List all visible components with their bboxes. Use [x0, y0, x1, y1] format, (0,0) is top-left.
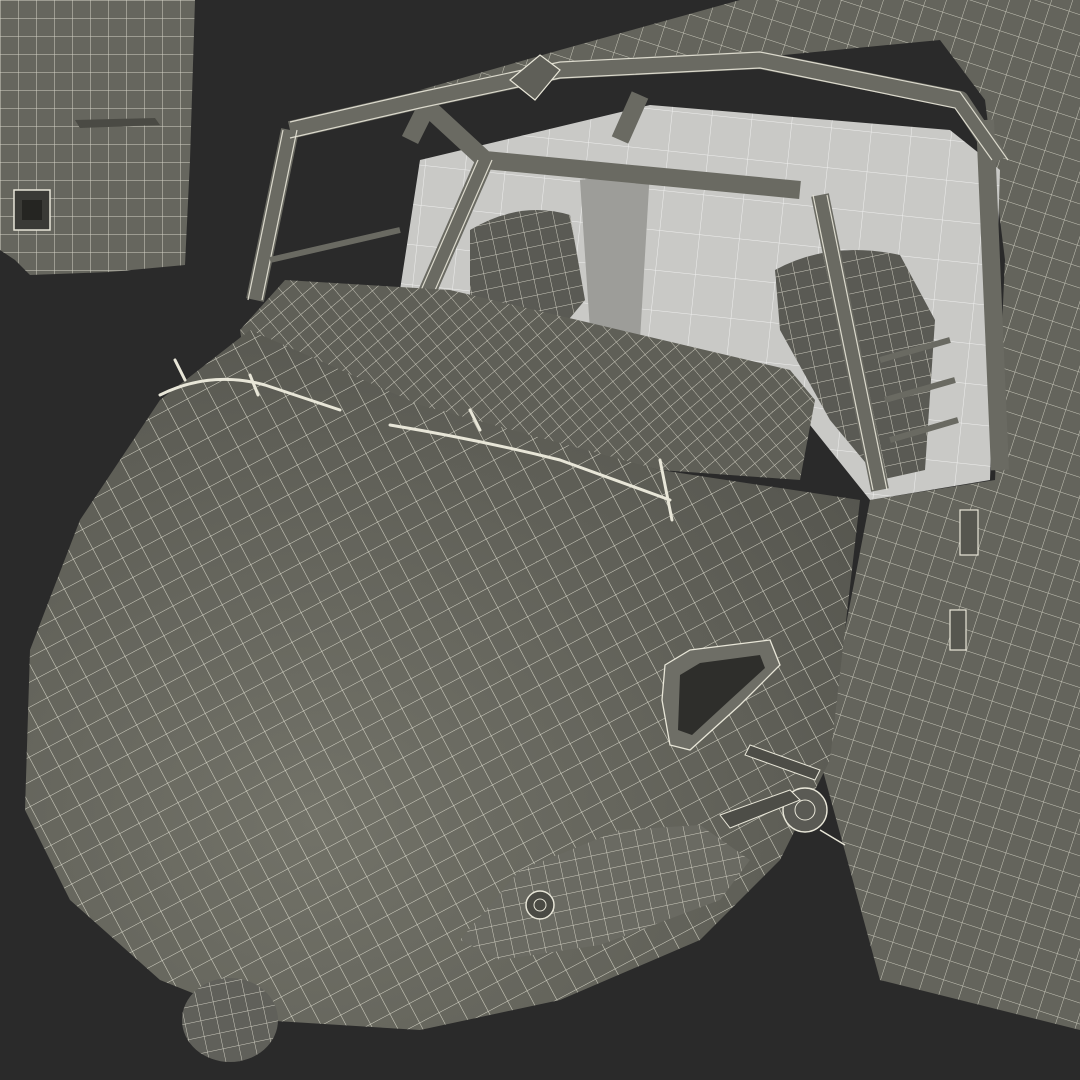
chin-sensor — [182, 978, 278, 1062]
wireframe-render — [0, 0, 1080, 1080]
pod-lens — [525, 890, 555, 920]
bulkhead-shadow — [580, 170, 650, 340]
detached-panel-part — [0, 0, 195, 275]
